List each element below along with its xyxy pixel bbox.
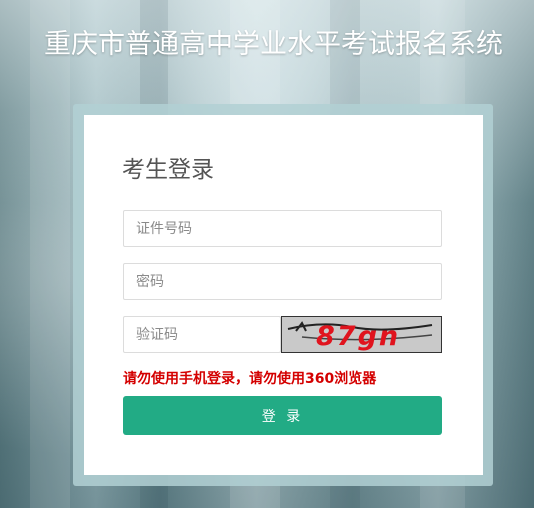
captcha-text: 87gn [316,321,400,352]
captcha-image[interactable]: 87gn [281,316,442,353]
login-button[interactable]: 登 录 [123,396,442,435]
password-input[interactable] [123,263,442,300]
background-stripe [30,0,70,508]
page-title: 重庆市普通高中学业水平考试报名系统 [44,29,503,60]
captcha-input[interactable] [123,316,281,353]
captcha-graphic: 87gn [282,317,441,352]
warning-message: 请勿使用手机登录，请勿使用360浏览器 [123,371,377,387]
login-title: 考生登录 [122,157,214,183]
id-number-input[interactable] [123,210,442,247]
